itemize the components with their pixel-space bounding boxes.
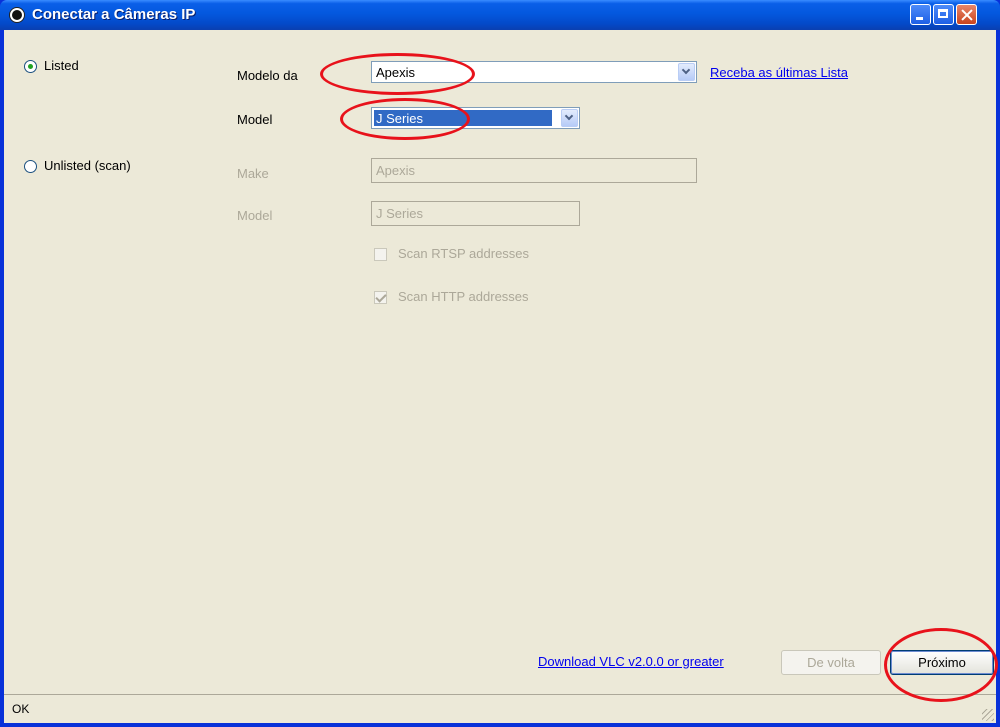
listed-radio[interactable] (24, 60, 37, 73)
app-eye-icon (9, 7, 25, 23)
back-button: De volta (781, 650, 881, 675)
status-text: OK (12, 702, 30, 716)
scan-make-label: Make (237, 166, 269, 181)
close-button[interactable] (956, 4, 977, 25)
model-select-highlight: J Series (374, 110, 552, 126)
scan-make-field: Apexis (371, 158, 697, 183)
scan-model-label: Model (237, 208, 273, 223)
chevron-down-icon[interactable] (561, 109, 578, 127)
unlisted-label[interactable]: Unlisted (scan) (44, 158, 131, 173)
make-select[interactable]: Apexis (371, 61, 697, 83)
scan-rtsp-checkbox (374, 248, 387, 261)
resize-grip-icon[interactable] (982, 709, 994, 721)
update-list-link[interactable]: Receba as últimas Lista (710, 65, 848, 80)
make-select-value: Apexis (376, 65, 416, 80)
download-vlc-link[interactable]: Download VLC v2.0.0 or greater (538, 654, 724, 669)
status-bar: OK (4, 694, 996, 723)
model-select[interactable]: J Series (371, 107, 580, 129)
scan-rtsp-label: Scan RTSP addresses (398, 246, 530, 261)
chevron-down-icon[interactable] (678, 63, 695, 81)
model-select-value: J Series (376, 111, 423, 126)
minimize-button[interactable] (910, 4, 931, 25)
scan-model-field: J Series (371, 201, 580, 226)
scan-make-value: Apexis (376, 163, 416, 178)
make-label: Modelo da (237, 68, 298, 83)
scan-http-label: Scan HTTP addresses (398, 289, 529, 304)
unlisted-radio[interactable] (24, 160, 37, 173)
window-title: Conectar a Câmeras IP (32, 6, 196, 23)
scan-http-checkbox (374, 291, 387, 304)
title-bar[interactable]: Conectar a Câmeras IP (0, 0, 1000, 30)
dialog-body: Listed Modelo da Apexis Receba as última… (4, 30, 996, 694)
next-button[interactable]: Próximo (890, 650, 994, 675)
model-label: Model (237, 112, 273, 127)
listed-label[interactable]: Listed (44, 58, 79, 73)
maximize-button[interactable] (933, 4, 954, 25)
dialog-window: Conectar a Câmeras IP Listed Modelo da A… (0, 0, 1000, 727)
scan-model-value: J Series (376, 206, 423, 221)
